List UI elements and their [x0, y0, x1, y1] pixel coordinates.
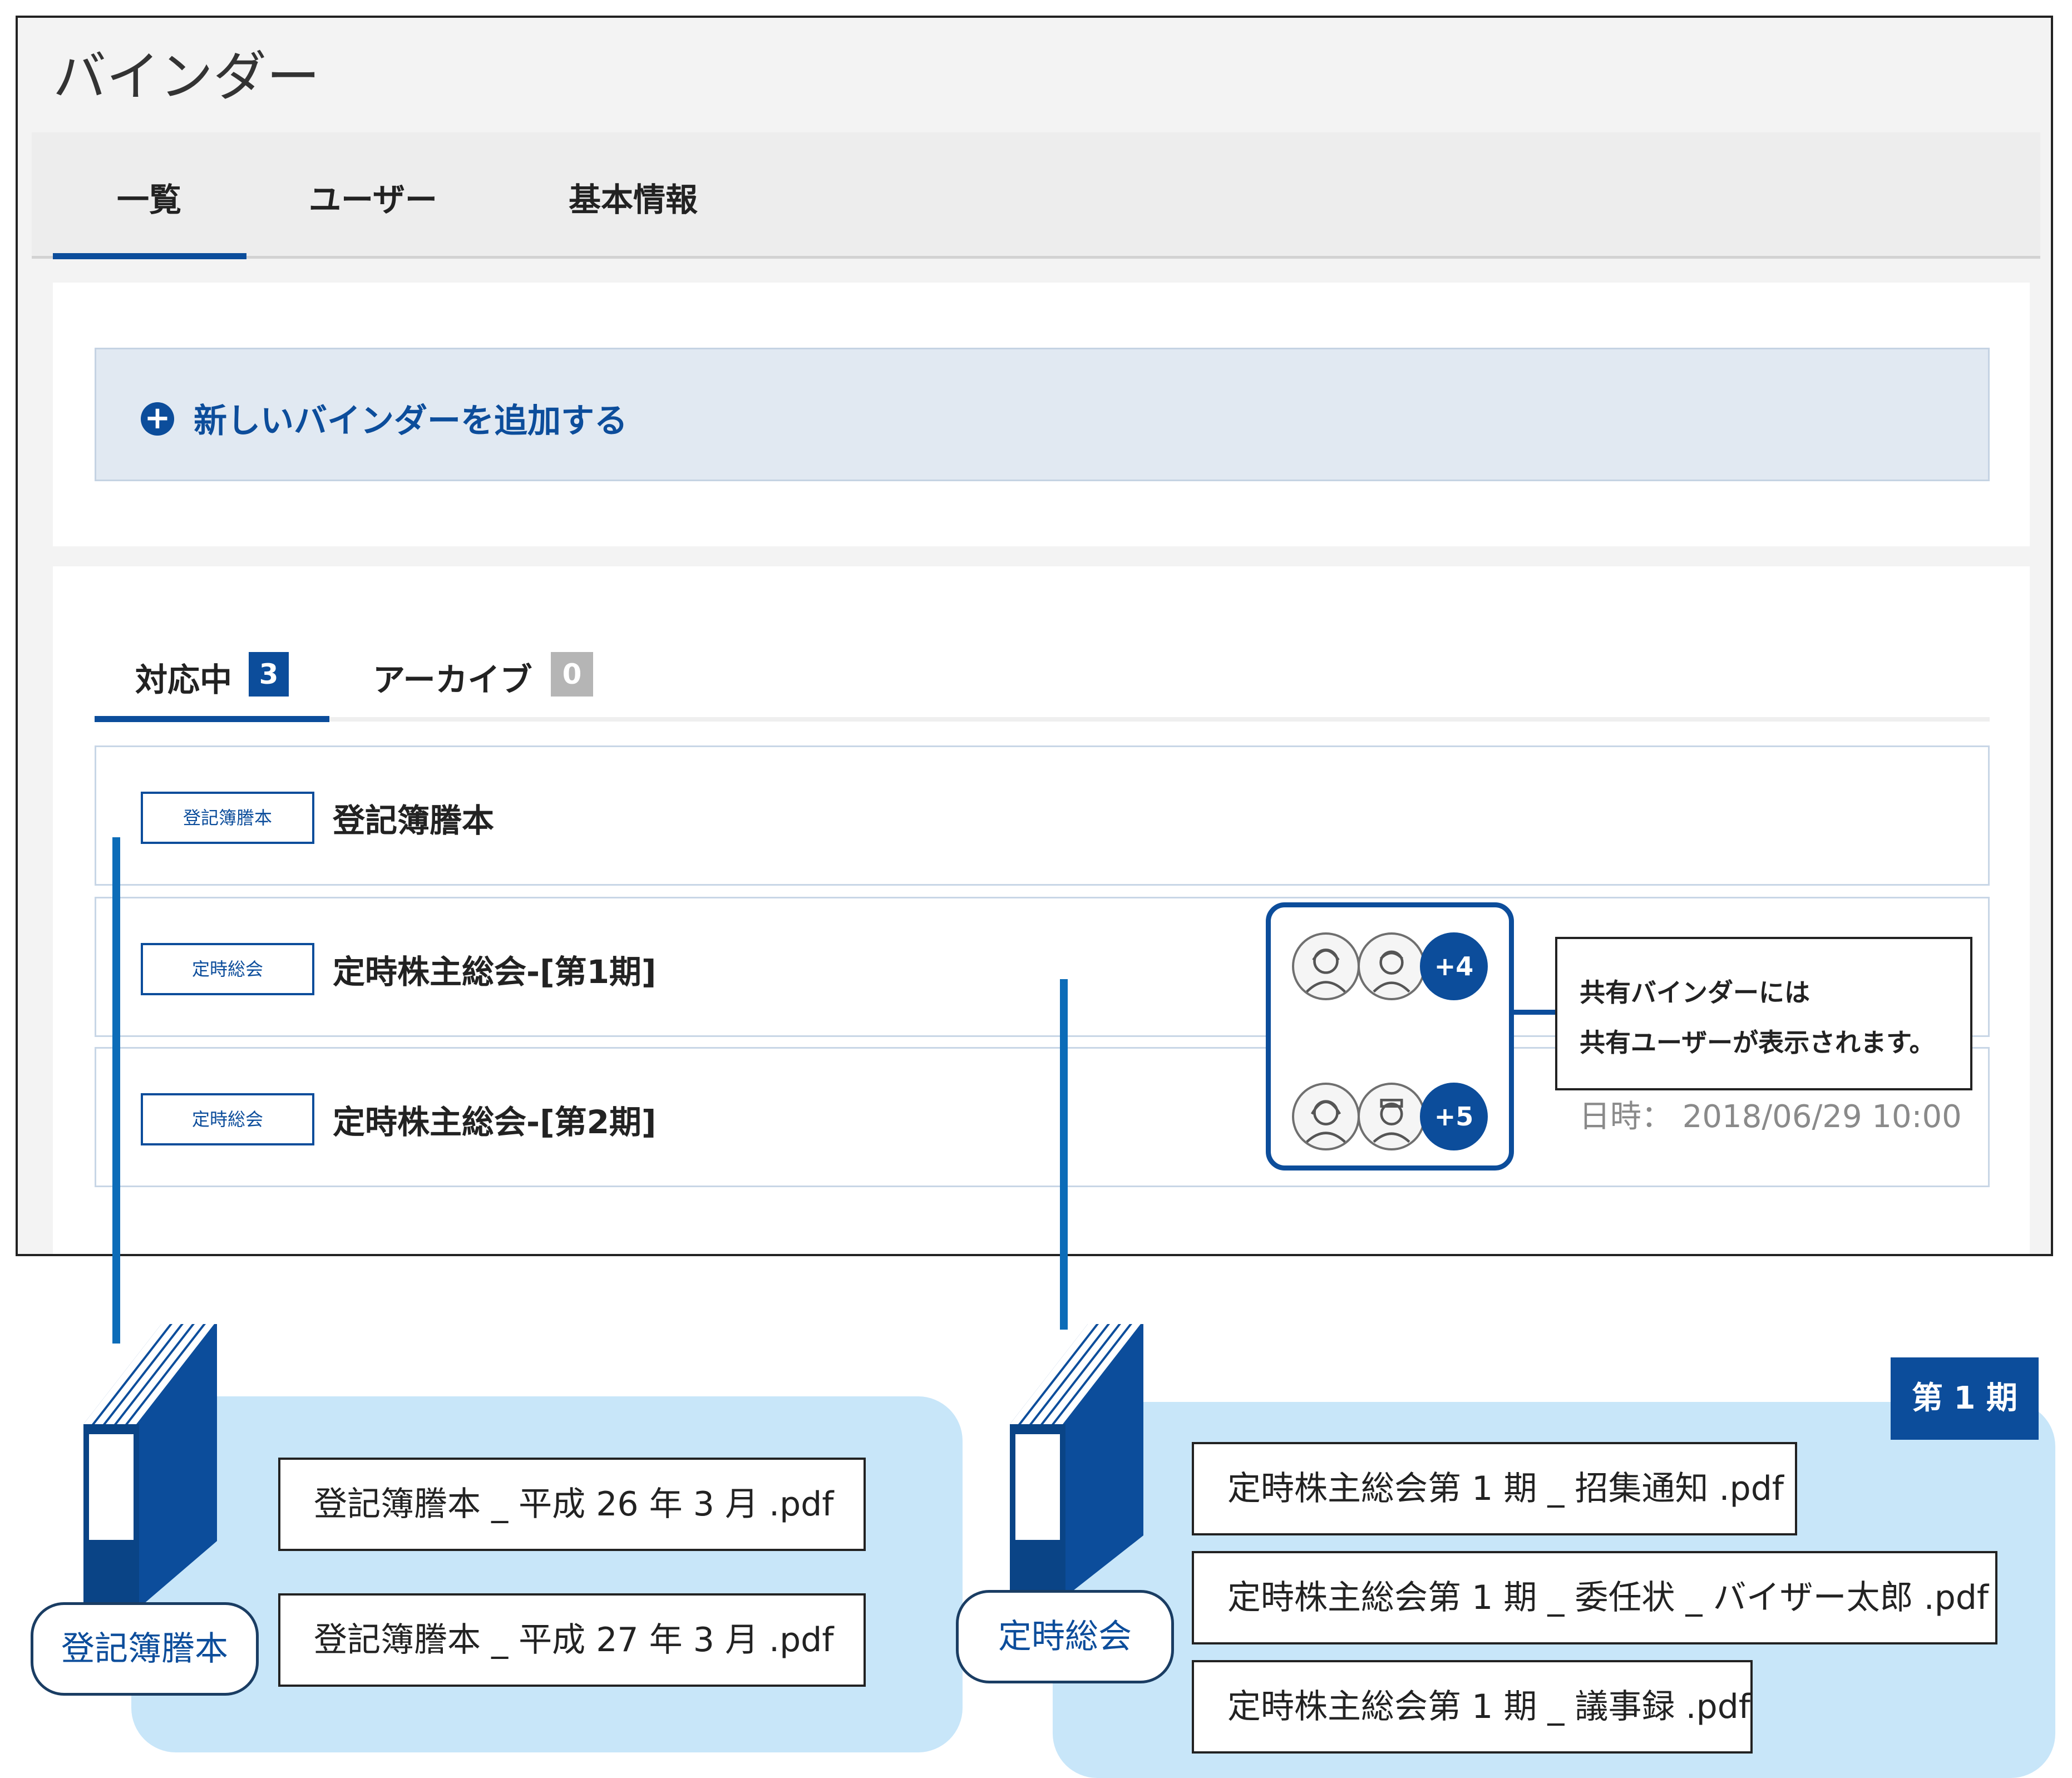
binder-label: 登記簿謄本 — [31, 1602, 259, 1696]
file-item[interactable]: 登記簿謄本 _ 平成 26 年 3 月 .pdf — [278, 1458, 866, 1551]
user-avatar-icon — [1358, 1083, 1425, 1150]
file-item[interactable]: 登記簿謄本 _ 平成 27 年 3 月 .pdf — [278, 1593, 866, 1687]
binder-tag: 定時総会 — [141, 943, 314, 995]
user-avatar-icon — [1358, 932, 1425, 1000]
binder-row[interactable]: 登記簿謄本 登記簿謄本 — [95, 745, 1990, 886]
active-count-badge: 3 — [249, 652, 289, 697]
note-line: 共有ユーザーが表示されます。 — [1580, 1028, 1935, 1058]
binder-tag: 定時総会 — [141, 1093, 314, 1145]
callout-connector — [1514, 1010, 1555, 1015]
connector-line — [1060, 979, 1068, 1330]
active-subtab-indicator — [95, 716, 329, 722]
archive-count-badge: 0 — [551, 652, 593, 697]
binder-icon — [1010, 1324, 1143, 1597]
binder-title: 定時株主総会-[第1期] — [333, 953, 657, 991]
tab-list[interactable]: 一覧 — [117, 174, 181, 220]
add-binder-button[interactable]: + 新しいバインダーを追加する — [95, 348, 1990, 481]
file-item[interactable]: 定時株主総会第 1 期 _ 招集通知 .pdf — [1192, 1442, 1797, 1535]
binder-title: 定時株主総会-[第2期] — [333, 1103, 657, 1141]
add-binder-label: 新しいバインダーを追加する — [194, 402, 628, 441]
file-item[interactable]: 定時株主総会第 1 期 _ 委任状 _ バイザー太郎 .pdf — [1192, 1551, 1997, 1644]
binder-title: 登記簿謄本 — [333, 802, 495, 839]
user-avatar-icon — [1292, 932, 1360, 1000]
file-item[interactable]: 定時株主総会第 1 期 _ 議事録 .pdf — [1192, 1660, 1753, 1754]
binder-label: 定時総会 — [956, 1590, 1174, 1683]
nav-divider — [32, 256, 2040, 259]
plus-circle-icon: + — [141, 402, 174, 436]
note-line: 共有バインダーには — [1580, 977, 1810, 1007]
binder-contents-area — [131, 1396, 963, 1752]
subtab-archive[interactable]: アーカイブ — [373, 654, 532, 700]
tab-users[interactable]: ユーザー — [309, 174, 437, 220]
annotation-note: 共有バインダーには 共有ユーザーが表示されます。 — [1555, 937, 1972, 1090]
tab-basic-info[interactable]: 基本情報 — [569, 174, 698, 220]
binder-icon — [83, 1324, 217, 1608]
subtab-active[interactable]: 対応中 — [135, 654, 232, 700]
active-tab-indicator — [53, 253, 246, 259]
page-title: バインダー — [53, 46, 320, 108]
user-avatar-icon — [1292, 1083, 1360, 1150]
subtab-divider — [95, 717, 1990, 722]
shared-users-more-badge[interactable]: +5 — [1420, 1083, 1488, 1150]
binder-tag: 登記簿謄本 — [141, 792, 314, 844]
period-badge: 第 1 期 — [1891, 1357, 2039, 1440]
shared-users-more-badge[interactable]: +4 — [1420, 932, 1488, 1000]
connector-line — [112, 837, 120, 1344]
binder-datetime: 日時： 2018/06/29 10:00 — [1579, 1099, 1962, 1135]
